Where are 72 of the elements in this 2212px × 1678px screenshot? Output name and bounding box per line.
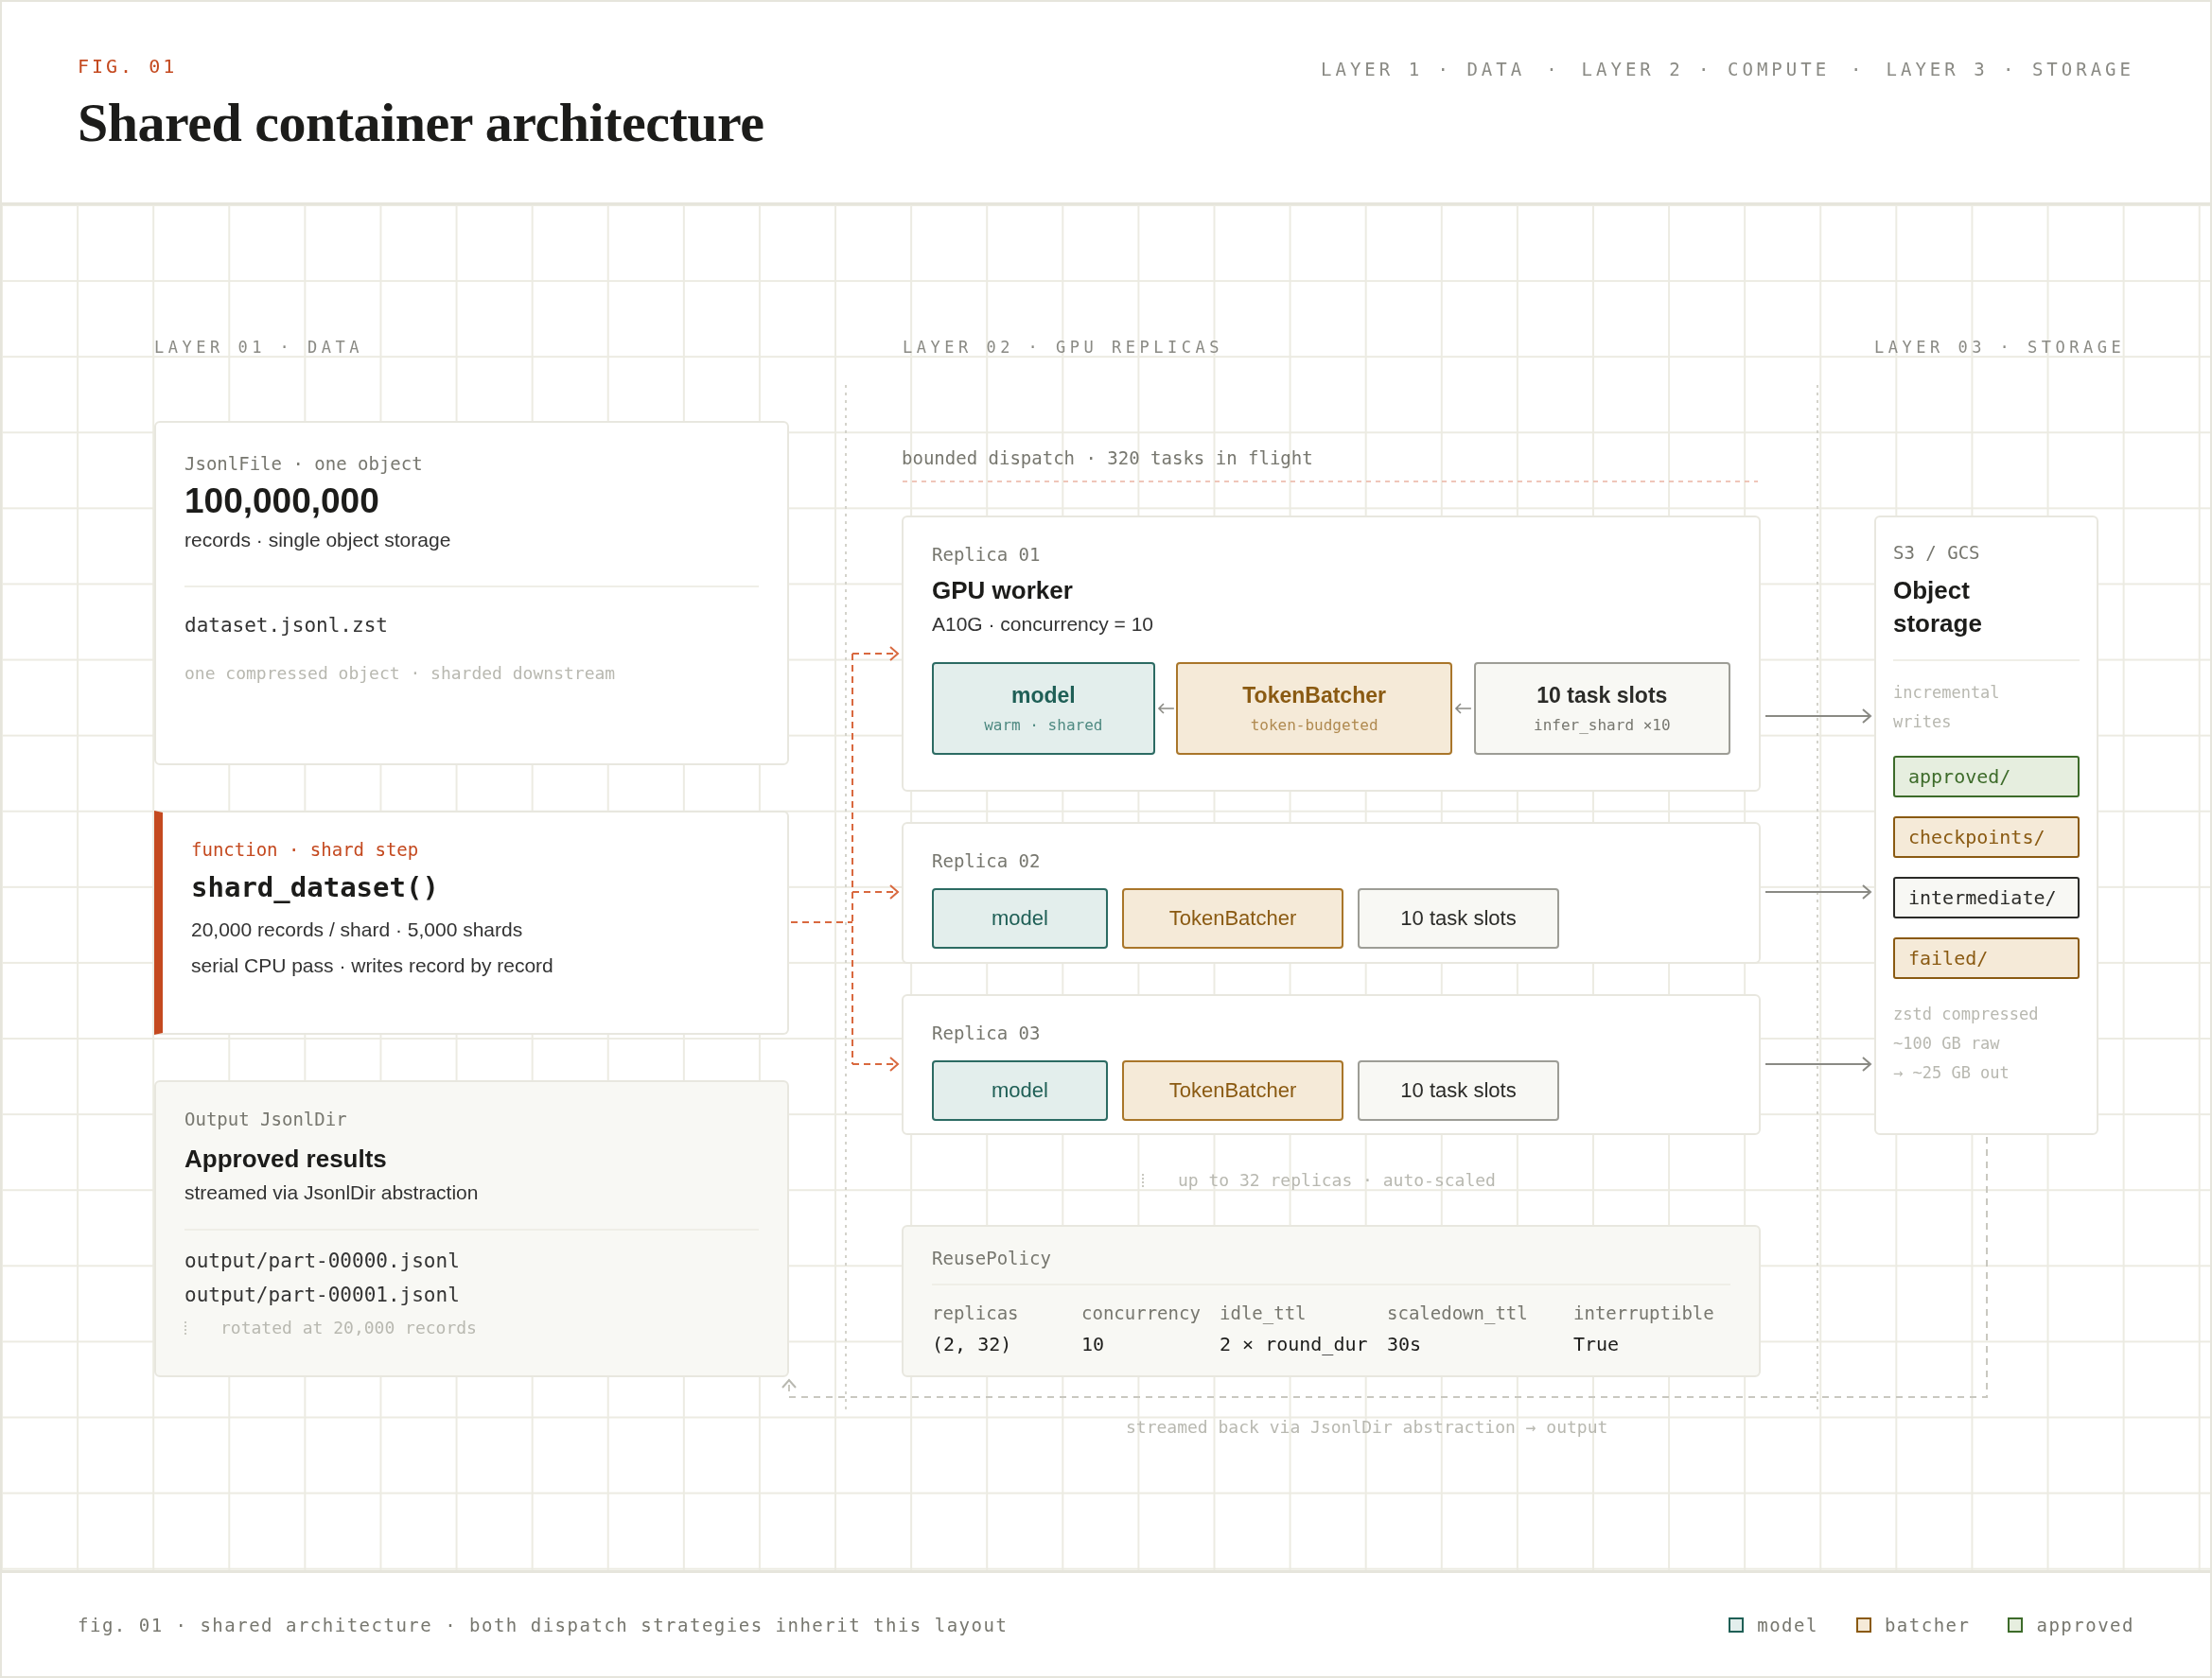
record-count: 100,000,000 — [184, 481, 380, 521]
storage-prefix: checkpoints/ — [1893, 816, 2080, 859]
figure-caption: fig. 01 · shared architecture · both dispatch strategies inherit this layout — [78, 1614, 1009, 1635]
component-detail: token-budgeted — [1250, 716, 1378, 734]
storage-note: ~100 GB raw — [1893, 1033, 2001, 1056]
component-name: 10 task slots — [1400, 906, 1517, 931]
policy-value: 10 — [1081, 1333, 1106, 1355]
storage-note: zstd compressed — [1893, 1004, 2040, 1026]
legend-swatch — [2008, 1617, 2024, 1633]
storage-prefix: failed/ — [1893, 937, 2080, 980]
replica-title: GPU worker — [932, 576, 1074, 605]
policy-key: idle_ttl — [1220, 1302, 1387, 1323]
component-name: 10 task slots — [1400, 1078, 1517, 1103]
dispatch-label: bounded dispatch · 320 tasks in flight — [902, 447, 1313, 468]
file-name: output/part-00000.jsonl — [184, 1250, 461, 1272]
function-name: shard_dataset() — [191, 871, 440, 903]
replica-label: Replica 01 — [932, 544, 1042, 565]
layer-label: LAYER 03 · STORAGE — [1874, 338, 2126, 357]
card-note: incremental writes — [1893, 682, 2001, 734]
policy-value: True — [1573, 1333, 1621, 1355]
component-name: model — [992, 906, 1048, 931]
storage-note: → ~25 GB out — [1893, 1062, 2010, 1085]
component-name: 10 task slots — [1536, 683, 1668, 708]
component-name: TokenBatcher — [1168, 906, 1297, 931]
layer-label: LAYER 01 · DATA — [154, 338, 364, 357]
card-subtitle: records · single object storage — [184, 529, 452, 551]
figure-label: FIG. 01 — [78, 55, 179, 78]
card-note: rotated at 20,000 records — [220, 1318, 477, 1337]
legend-swatch — [1855, 1617, 1871, 1633]
storage-prefix: approved/ — [1893, 756, 2080, 798]
separator-dot: · — [1851, 59, 1866, 79]
card-title: Object storage — [1893, 575, 1983, 640]
file-name: output/part-00001.jsonl — [184, 1284, 461, 1306]
legend-label: model — [1757, 1614, 1818, 1635]
page-title: Shared container architecture — [78, 91, 764, 154]
storage-prefix: intermediate/ — [1893, 877, 2080, 919]
layer-label: LAYER 02 · GPU REPLICAS — [903, 338, 1223, 357]
card-subtitle: streamed via JsonlDir abstraction — [184, 1181, 480, 1204]
scaling-note: up to 32 replicas · auto-scaled — [1178, 1170, 1496, 1190]
replica-label: Replica 03 — [932, 1023, 1042, 1043]
policy-key: replicas — [932, 1302, 1081, 1323]
component-detail: infer_shard ×10 — [1534, 716, 1671, 734]
component-name: model — [1010, 683, 1076, 708]
component-detail: warm · shared — [984, 716, 1103, 734]
component-name: TokenBatcher — [1168, 1078, 1297, 1103]
function-detail: 20,000 records / shard · 5,000 shards — [191, 918, 524, 941]
policy-value: 2 × round_dur — [1220, 1333, 1369, 1355]
function-detail: serial CPU pass · writes record by record — [191, 954, 554, 977]
legend-swatch — [1729, 1617, 1745, 1633]
replica-label: Replica 02 — [932, 850, 1042, 871]
dotted-marker-icon — [1142, 1173, 1144, 1187]
card-caption: function · shard step — [191, 839, 420, 860]
card-caption: S3 / GCS — [1893, 542, 1981, 563]
policy-value: (2, 32) — [932, 1333, 1013, 1355]
policy-key: interruptible — [1573, 1302, 1730, 1323]
return-label: streamed back via JsonlDir abstraction → output — [1126, 1417, 1608, 1437]
policy-value: 30s — [1387, 1333, 1423, 1355]
component-name: TokenBatcher — [1242, 683, 1386, 708]
card-note: one compressed object · sharded downstream — [184, 663, 617, 683]
legend-label: approved — [2036, 1614, 2134, 1635]
card-caption: JsonlFile · one object — [184, 453, 424, 474]
policy-key: concurrency — [1081, 1302, 1220, 1323]
card-caption: Output JsonlDir — [184, 1109, 348, 1129]
policy-key: scaledown_ttl — [1387, 1302, 1573, 1323]
dotted-marker-icon — [184, 1320, 186, 1335]
card-title: Approved results — [184, 1145, 388, 1174]
legend-label: batcher — [1884, 1614, 1971, 1635]
replica-subtitle: A10G · concurrency = 10 — [932, 613, 1155, 636]
card-caption: ReusePolicy — [932, 1248, 1052, 1268]
separator-dot: · — [1546, 59, 1561, 79]
file-name: dataset.jsonl.zst — [184, 614, 389, 637]
component-name: model — [992, 1078, 1048, 1103]
